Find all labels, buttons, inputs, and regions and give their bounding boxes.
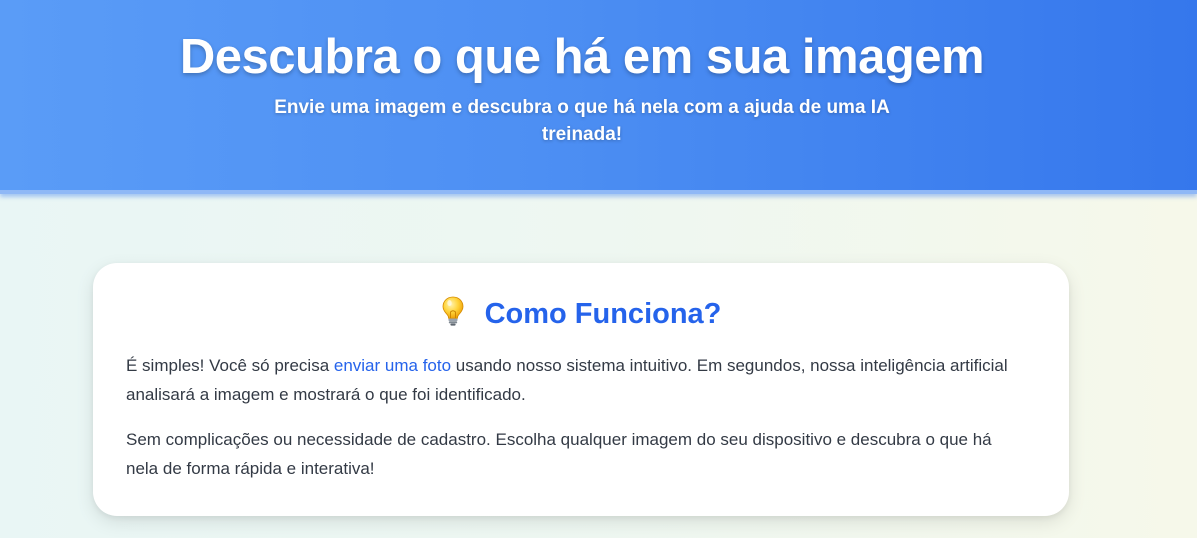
lightbulb-icon (441, 295, 465, 327)
page-title: Descubra o que há em sua imagem (179, 30, 985, 84)
hero-header: Descubra o que há em sua imagem Envie um… (0, 0, 1197, 194)
how-it-works-heading-text: Como Funciona? (484, 298, 722, 330)
send-photo-link[interactable]: enviar uma foto (334, 356, 451, 375)
how-it-works-heading: Como Funciona? (93, 295, 1069, 332)
how-it-works-card: Como Funciona? É simples! Você só precis… (93, 263, 1069, 516)
how-it-works-paragraph-2: Sem complicações ou necessidade de cadas… (126, 430, 992, 478)
paragraph-1-start: É simples! Você só precisa (126, 356, 334, 375)
how-it-works-paragraph-1: É simples! Você só precisa enviar uma fo… (126, 351, 1026, 409)
page-subtitle: Envie uma imagem e descubra o que há nel… (274, 97, 890, 145)
